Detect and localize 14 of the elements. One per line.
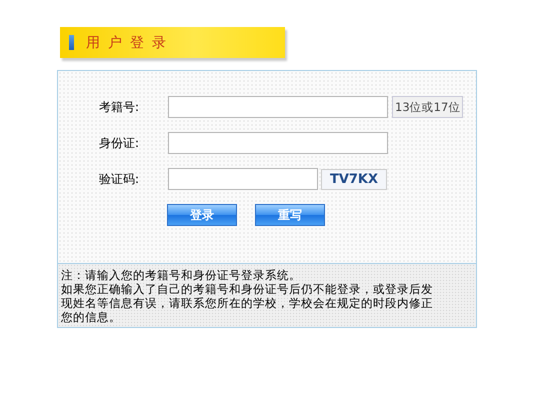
input-field[interactable] — [168, 96, 388, 118]
note-text: 如果您正确输入了自己的考籍号和身份证号后仍不能登录，或登录后发现姓名等信息有误，请联系您所在的学校，学校会在规定的时段内修正您的信息。 — [61, 282, 434, 324]
field-label: 身份证: — [98, 134, 140, 152]
hint-label: 13位或17位 — [392, 96, 464, 118]
section-title: 用户登录 — [86, 34, 174, 52]
input-field[interactable] — [168, 132, 388, 154]
bar-icon — [69, 35, 74, 50]
captcha-field[interactable] — [168, 168, 318, 190]
reset-button[interactable]: 重写 — [255, 204, 325, 226]
login-button[interactable]: 登录 — [167, 204, 237, 226]
field-label: 考籍号: — [98, 98, 140, 116]
note-text: 注：请输入您的考籍号和身份证号登录系统。 — [61, 268, 302, 282]
captcha-image: TV7KX — [321, 168, 387, 190]
field-label: 验证码: — [98, 170, 140, 188]
